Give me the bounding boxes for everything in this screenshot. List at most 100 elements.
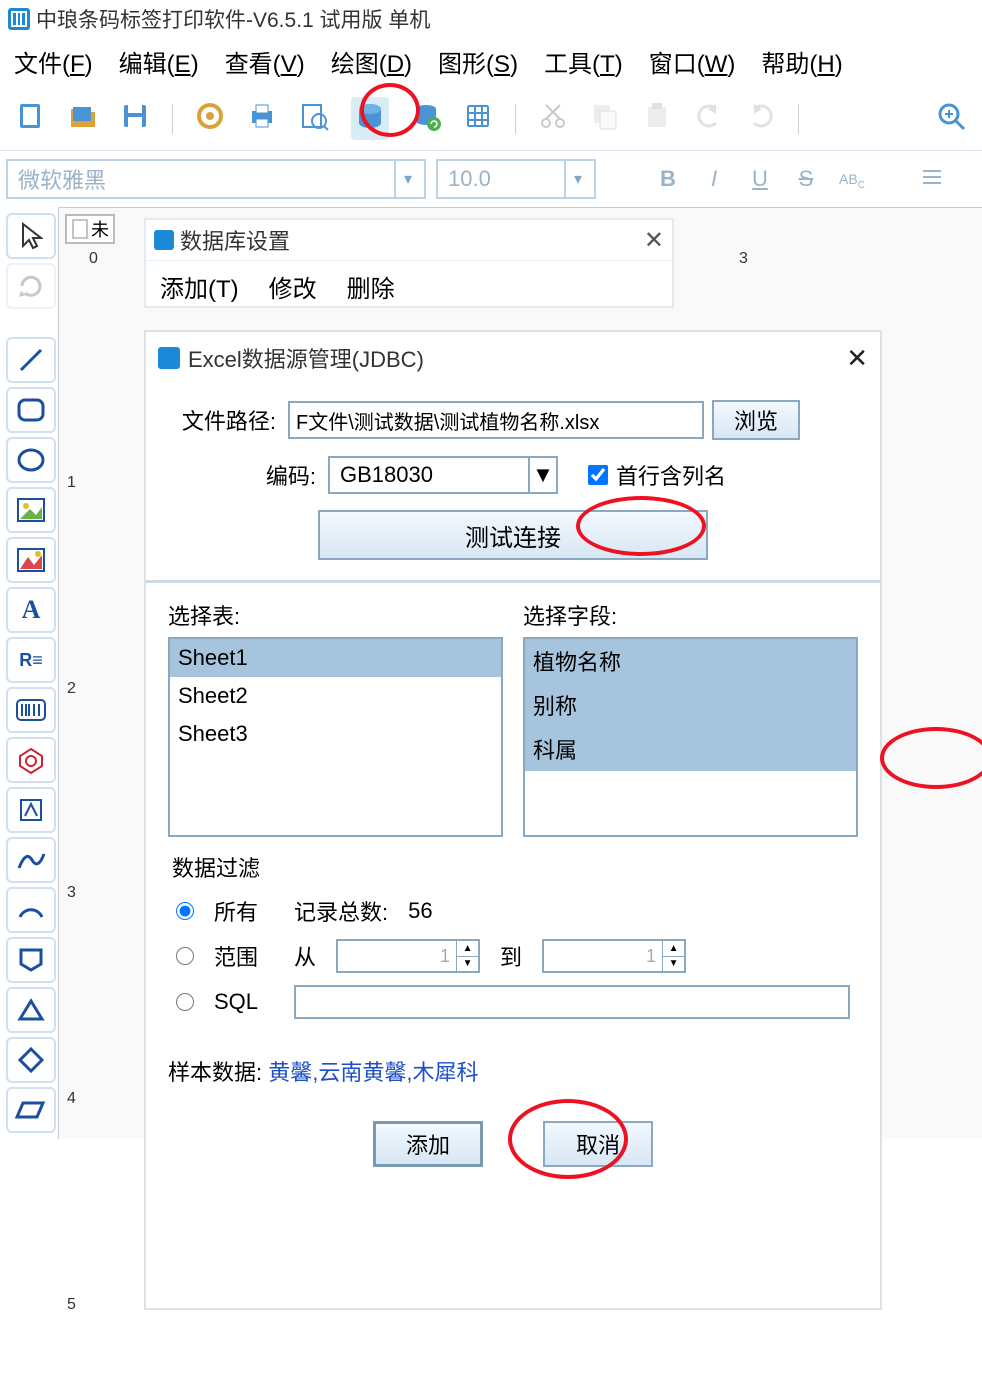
preview-icon[interactable] (299, 101, 329, 136)
dlg1-title: 数据库设置 (180, 224, 290, 256)
image2-icon[interactable] (6, 537, 56, 583)
curve-icon[interactable] (6, 837, 56, 883)
font-size-input[interactable] (438, 166, 564, 192)
delete-menu[interactable]: 删除 (347, 269, 395, 304)
to-spin[interactable]: ▲▼ (542, 939, 686, 973)
richtext-icon[interactable]: R≡ (6, 637, 56, 683)
ellipse-icon[interactable] (6, 437, 56, 483)
list-item[interactable]: 别称 (525, 683, 856, 727)
app-title: 中琅条码标签打印软件-V6.5.1 试用版 单机 (36, 4, 430, 34)
file-path-label: 文件路径: (166, 404, 276, 436)
close-icon[interactable]: ✕ (846, 343, 868, 374)
filter-range-label: 范围 (214, 940, 274, 972)
to-label: 到 (500, 940, 522, 972)
spin-down-icon[interactable]: ▼ (663, 957, 684, 972)
filter-range-radio[interactable] (176, 947, 194, 965)
menu-file[interactable]: 文件(F) (14, 44, 93, 79)
diamond-icon[interactable] (6, 1037, 56, 1083)
chevron-down-icon[interactable]: ▼ (528, 458, 556, 492)
redo-icon[interactable] (746, 101, 776, 136)
spin-down-icon[interactable]: ▼ (457, 957, 478, 972)
total-label: 记录总数: (294, 895, 388, 927)
rotate-icon[interactable] (6, 263, 56, 309)
filter-sql-label: SQL (214, 989, 274, 1015)
menu-tool[interactable]: 工具(T) (544, 44, 623, 79)
save-icon[interactable] (120, 101, 150, 136)
list-item[interactable]: 科属 (525, 727, 856, 771)
align-icon[interactable] (914, 161, 950, 197)
triangle-icon[interactable] (6, 987, 56, 1033)
text-icon[interactable]: A (6, 587, 56, 633)
browse-button[interactable]: 浏览 (712, 400, 800, 440)
zoom-in-icon[interactable] (936, 101, 966, 136)
spin-up-icon[interactable]: ▲ (663, 941, 684, 957)
filter-all-radio[interactable] (176, 902, 194, 920)
polygon-icon[interactable] (6, 937, 56, 983)
arc-icon[interactable] (6, 887, 56, 933)
sql-input[interactable] (294, 985, 850, 1019)
underline-icon[interactable]: U (742, 161, 778, 197)
table-list[interactable]: Sheet1 Sheet2 Sheet3 (168, 637, 503, 837)
paper-tab[interactable]: 未 (65, 214, 115, 244)
shape-icon[interactable] (6, 787, 56, 833)
file-path-input[interactable] (288, 401, 704, 439)
menu-shape[interactable]: 图形(S) (438, 44, 518, 79)
first-row-label: 首行含列名 (616, 459, 726, 491)
cursor-icon[interactable] (6, 213, 56, 259)
menu-draw[interactable]: 绘图(D) (331, 44, 412, 79)
super-icon[interactable]: ABC (834, 161, 870, 197)
bold-icon[interactable]: B (650, 161, 686, 197)
list-item[interactable]: Sheet2 (170, 677, 501, 715)
filter-all-label: 所有 (214, 895, 274, 927)
encoding-select[interactable]: GB18030 ▼ (328, 456, 558, 494)
field-list[interactable]: 植物名称 别称 科属 (523, 637, 858, 837)
qrcode-icon[interactable] (6, 737, 56, 783)
menu-view[interactable]: 查看(V) (225, 44, 305, 79)
list-item[interactable]: Sheet1 (170, 639, 501, 677)
list-item[interactable]: 植物名称 (525, 639, 856, 683)
paste-icon[interactable] (642, 101, 672, 136)
modify-menu[interactable]: 修改 (269, 269, 317, 304)
database-icon[interactable] (351, 97, 389, 140)
font-size-combo[interactable]: ▾ (436, 159, 596, 199)
undo-icon[interactable] (694, 101, 724, 136)
font-name-dd-icon[interactable]: ▾ (394, 161, 420, 197)
spin-up-icon[interactable]: ▲ (457, 941, 478, 957)
cancel-button[interactable]: 取消 (543, 1121, 653, 1167)
parallelogram-icon[interactable] (6, 1087, 56, 1133)
toolbar (0, 91, 982, 151)
test-connection-button[interactable]: 测试连接 (318, 510, 708, 560)
image-icon[interactable] (6, 487, 56, 533)
menu-window[interactable]: 窗口(W) (649, 44, 736, 79)
add-menu[interactable]: 添加(T) (160, 269, 239, 304)
list-item[interactable]: Sheet3 (170, 715, 501, 753)
left-tools: A R≡ (0, 207, 58, 1139)
font-name-input[interactable] (8, 166, 394, 192)
font-name-combo[interactable]: ▾ (6, 159, 426, 199)
first-row-checkbox[interactable] (588, 465, 608, 485)
barcode-icon[interactable] (6, 687, 56, 733)
strike-icon[interactable]: S (788, 161, 824, 197)
close-icon[interactable]: ✕ (644, 226, 664, 255)
open-icon[interactable] (68, 101, 98, 136)
cut-icon[interactable] (538, 101, 568, 136)
filter-sql-radio[interactable] (176, 993, 194, 1011)
from-spin[interactable]: ▲▼ (336, 939, 480, 973)
encoding-label: 编码: (166, 459, 316, 491)
italic-icon[interactable]: I (696, 161, 732, 197)
menu-edit[interactable]: 编辑(E) (119, 44, 199, 79)
grid-icon[interactable] (463, 101, 493, 136)
roundrect-icon[interactable] (6, 387, 56, 433)
encoding-value: GB18030 (330, 462, 528, 488)
add-button[interactable]: 添加 (373, 1121, 483, 1167)
new-doc-icon[interactable] (16, 101, 46, 136)
sample-label: 样本数据: (168, 1060, 262, 1085)
print-icon[interactable] (247, 101, 277, 136)
copy-icon[interactable] (590, 101, 620, 136)
font-size-dd-icon[interactable]: ▾ (564, 161, 590, 197)
menu-help[interactable]: 帮助(H) (761, 44, 842, 79)
database-refresh-icon[interactable] (411, 101, 441, 136)
page-icon (71, 218, 89, 240)
line-icon[interactable] (6, 337, 56, 383)
gear-icon[interactable] (195, 101, 225, 136)
